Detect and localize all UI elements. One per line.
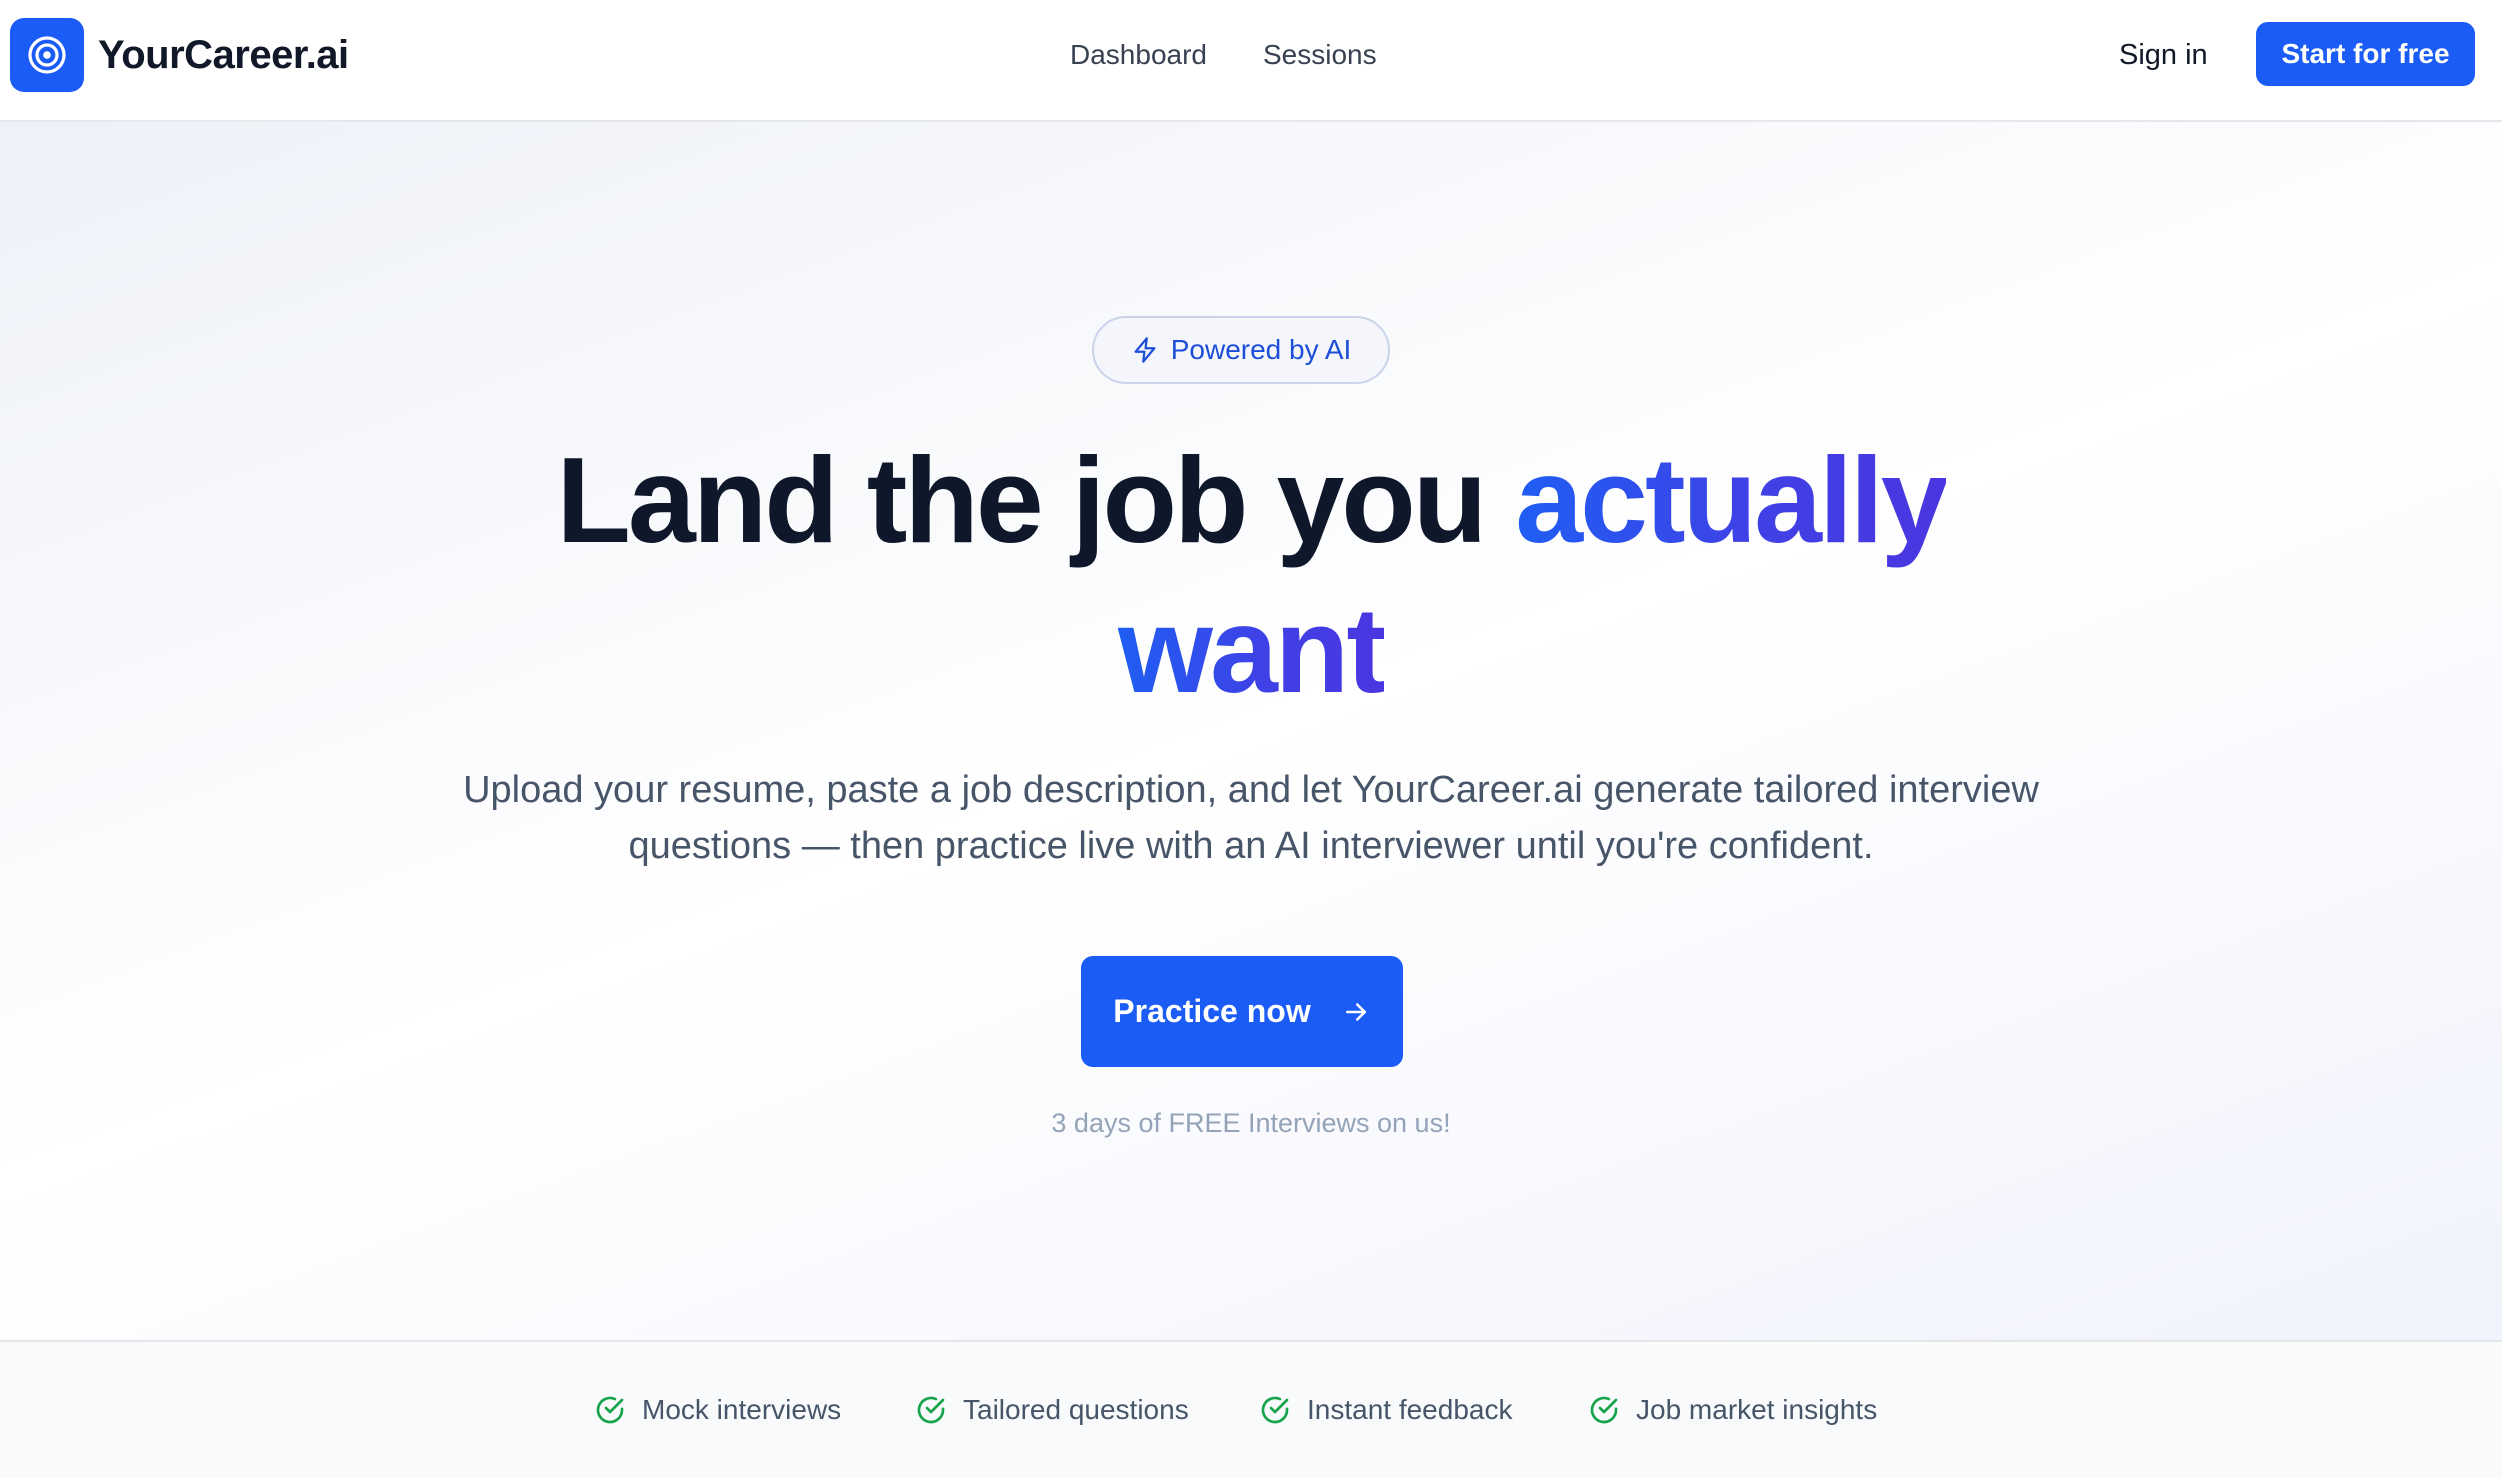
hero-section — [0, 122, 2502, 1340]
brand-logo-link[interactable]: YourCareer.ai — [10, 18, 349, 92]
features-strip: Mock interviews Tailored questions Insta… — [0, 1340, 2502, 1478]
check-circle-icon — [594, 1394, 626, 1426]
powered-by-ai-badge: Powered by AI — [1092, 316, 1390, 384]
hero-description: Upload your resume, paste a job descript… — [463, 769, 2039, 867]
sign-in-link[interactable]: Sign in — [2119, 0, 2208, 110]
check-circle-icon — [915, 1394, 947, 1426]
nav-link-dashboard[interactable]: Dashboard — [1070, 39, 1207, 71]
feature-label: Job market insights — [1636, 1394, 1878, 1425]
top-navigation-bar: YourCareer.ai Dashboard Sessions Sign in… — [0, 0, 2502, 122]
feature-label: Tailored questions — [963, 1394, 1189, 1425]
lightning-bolt-icon — [1131, 336, 1159, 364]
target-logo-icon — [10, 18, 84, 92]
hero-headline: Land the job you actually want — [0, 425, 2502, 725]
feature-label: Instant feedback — [1307, 1394, 1513, 1425]
feature-item-mock-interviews: Mock interviews — [594, 1342, 841, 1478]
headline-accent-word: actually — [1515, 432, 1948, 568]
check-circle-icon — [1588, 1394, 1620, 1426]
primary-nav: Dashboard Sessions — [1070, 0, 1377, 110]
arrow-right-icon — [1341, 997, 1371, 1027]
feature-label: Mock interviews — [642, 1394, 842, 1425]
practice-now-label: Practice now — [1113, 993, 1311, 1029]
nav-link-sessions[interactable]: Sessions — [1263, 39, 1377, 71]
headline-accent-word-2: want — [1118, 582, 1387, 718]
brand-name: YourCareer.ai — [98, 32, 349, 77]
check-circle-icon — [1259, 1394, 1291, 1426]
free-trial-note: 3 days of FREE Interviews on us! — [1051, 1108, 1451, 1138]
badge-label: Powered by AI — [1170, 334, 1352, 365]
feature-item-tailored-questions: Tailored questions — [915, 1342, 1189, 1478]
feature-item-job-market-insights: Job market insights — [1588, 1342, 1877, 1478]
practice-now-button[interactable]: Practice now — [1081, 956, 1403, 1067]
start-for-free-button[interactable]: Start for free — [2256, 22, 2475, 86]
feature-item-instant-feedback: Instant feedback — [1259, 1342, 1512, 1478]
headline-main-text: Land the job you — [556, 432, 1516, 568]
